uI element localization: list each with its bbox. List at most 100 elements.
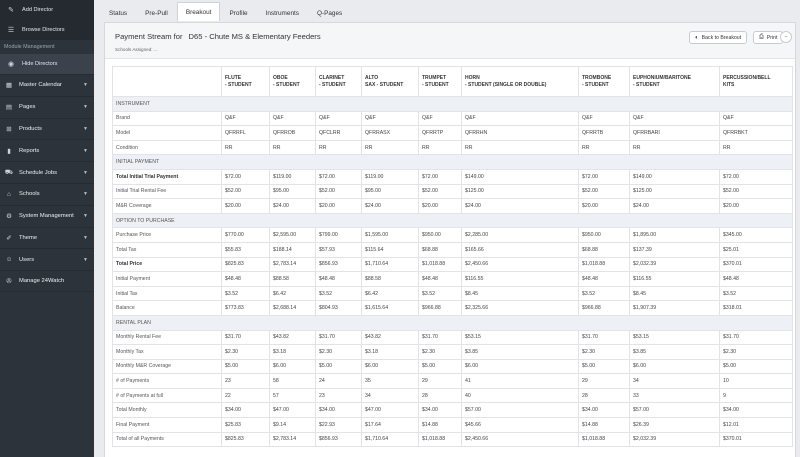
row-label: Purchase Price xyxy=(112,227,222,243)
table-section-row: INSTRUMENT xyxy=(112,96,793,112)
table-cell: $24.00 xyxy=(361,198,419,214)
table-cell: Q&F xyxy=(719,110,793,127)
sidebar-item-manage-24watch[interactable]: ✇ Manage 24Watch xyxy=(0,270,94,292)
table-cell: $5.00 xyxy=(221,358,270,375)
tab-pre-pull[interactable]: Pre-Pull xyxy=(136,4,177,21)
table-cell: $57.00 xyxy=(629,402,720,419)
table-cell: $137.39 xyxy=(629,241,720,258)
row-label: Brand xyxy=(112,110,222,127)
sidebar-item-theme[interactable]: ✐ Theme ▼ xyxy=(0,226,94,249)
row-label: Total Tax xyxy=(112,241,222,258)
table-cell: $2,450.66 xyxy=(461,431,579,448)
table-cell: $3.52 xyxy=(578,285,630,302)
sidebar-item-schools[interactable]: ⌂ Schools ▼ xyxy=(0,182,94,205)
tab-breakout[interactable]: Breakout xyxy=(176,2,221,21)
table-cell: Q&F xyxy=(269,110,316,127)
sidebar-item-browse-directors[interactable]: ☰ Browse Directors xyxy=(0,20,94,40)
row-label: Total Initial Trial Payment xyxy=(112,168,222,185)
edit-icon: ✎ xyxy=(8,7,14,14)
table-cell: $8.45 xyxy=(461,285,579,302)
table-cell: RR xyxy=(629,139,720,156)
table-cell: $47.00 xyxy=(269,402,316,419)
table-cell: RR xyxy=(315,139,362,156)
back-to-breakout-button[interactable]: ◐ Back to Breakout xyxy=(689,31,748,44)
table-cell: $370.01 xyxy=(719,256,793,273)
sidebar-item-users[interactable]: ☺ Users ▼ xyxy=(0,248,94,270)
table-cell: $2.30 xyxy=(578,344,630,360)
tab-q-pages[interactable]: Q-Pages xyxy=(308,4,351,21)
table-cell: Q&F xyxy=(629,110,720,127)
table-cell: 34 xyxy=(361,387,419,404)
chevron-down-icon: ▼ xyxy=(83,234,88,241)
table-cell: $12.01 xyxy=(719,417,793,433)
sidebar-item-products[interactable]: ⊞ Products ▼ xyxy=(0,117,94,140)
tab-instruments[interactable]: Instruments xyxy=(257,4,308,21)
table-cell: RR xyxy=(461,139,579,156)
table-cell: $1,710.64 xyxy=(361,431,419,448)
table-cell: $14.88 xyxy=(578,417,630,433)
table-cell: $31.70 xyxy=(315,329,362,346)
collapse-button[interactable]: – xyxy=(780,31,792,43)
table-cell: $966.88 xyxy=(418,300,462,316)
table-cell: $804.93 xyxy=(315,300,362,316)
row-label: # of Payments at full xyxy=(112,387,222,404)
sidebar-item-label: Browse Directors xyxy=(22,27,65,33)
table-row: M&R Coverage $20.00 $24.00 $20.00 $24.00 $20.… xyxy=(112,198,793,214)
sidebar-item-label: Products xyxy=(19,125,42,132)
table-cell: $2,032.39 xyxy=(629,431,720,448)
table-cell: $149.00 xyxy=(629,168,720,185)
sidebar-item-master-calendar[interactable]: ▦ Master Calendar ▼ xyxy=(0,74,94,96)
table-cell: $125.00 xyxy=(629,183,720,200)
sidebar-item-system-management[interactable]: ⚙ System Management ▼ xyxy=(0,204,94,227)
table-cell: $52.00 xyxy=(315,183,362,200)
table-cell: $2,285.00 xyxy=(461,227,579,243)
row-label: M&R Coverage xyxy=(112,198,222,214)
table-cell: $856.93 xyxy=(315,256,362,273)
column-header-sub: - STUDENT (SINGLE OR DOUBLE) xyxy=(465,81,547,88)
table-cell: $31.70 xyxy=(221,329,270,346)
table-cell: $25.01 xyxy=(719,241,793,258)
table-row: Initial Payment $48.48 $88.58 $48.48 $88.58 $… xyxy=(112,271,793,287)
table-cell: $45.66 xyxy=(461,417,579,433)
table-cell: $53.15 xyxy=(629,329,720,346)
table-cell: $31.70 xyxy=(578,329,630,346)
table-cell: $95.00 xyxy=(269,183,316,200)
cogs-icon: ⚙ xyxy=(6,213,12,221)
table-cell: $3.85 xyxy=(461,344,579,360)
table-cell: $6.00 xyxy=(461,358,579,375)
table-row: Brand Q&F Q&F Q&F Q&F Q&F Q&F Q&F Q&F Q&F xyxy=(112,110,793,127)
table-cell: $116.55 xyxy=(461,271,579,287)
sidebar-item-pages[interactable]: ▤ Pages ▼ xyxy=(0,95,94,118)
table-cell: $68.88 xyxy=(578,241,630,258)
chevron-down-icon: ▼ xyxy=(83,213,88,220)
table-cell: $31.70 xyxy=(719,329,793,346)
table-cell: $43.82 xyxy=(269,329,316,346)
table-cell: $2,783.14 xyxy=(269,256,316,273)
table-cell: RR xyxy=(719,139,793,156)
row-label: Total Monthly xyxy=(112,402,222,419)
table-cell: 10 xyxy=(719,373,793,389)
tab-status[interactable]: Status xyxy=(100,4,136,21)
table-cell: $52.00 xyxy=(221,183,270,200)
table-cell: $72.00 xyxy=(221,168,270,185)
table-cell: $24.00 xyxy=(629,198,720,214)
sidebar-section-label: Module Management xyxy=(0,40,94,54)
table-cell: $88.58 xyxy=(361,271,419,287)
table-cell: $9.14 xyxy=(269,417,316,433)
sidebar-item-hide-directors[interactable]: ◉ Hide Directors xyxy=(0,54,94,74)
table-body: INSTRUMENT Brand Q&F Q&F Q&F Q&F Q&F Q&F Q&F Q&F Q… xyxy=(112,96,793,448)
sidebar-item-reports[interactable]: ▮ Reports ▼ xyxy=(0,139,94,161)
table-cell: $825.83 xyxy=(221,256,270,273)
sidebar-item-schedule-jobs[interactable]: ⛟ Schedule Jobs ▼ xyxy=(0,161,94,183)
table-section-row: INITIAL PAYMENT xyxy=(112,154,793,170)
sidebar-item-add-director[interactable]: ✎ Add Director xyxy=(0,0,94,20)
print-button[interactable]: ⎙ Print xyxy=(753,31,784,44)
column-header: ALTO SAX - STUDENT xyxy=(361,66,419,97)
tab-profile[interactable]: Profile xyxy=(220,4,256,21)
column-header-sub: - STUDENT xyxy=(422,81,449,88)
table-row: # of Payments 23 58 24 35 29 41 29 34 10 xyxy=(112,373,793,389)
section-label: OPTION TO PURCHASE xyxy=(112,212,793,229)
table-cell: $149.00 xyxy=(461,168,579,185)
sidebar-item-label: Hide Directors xyxy=(22,61,58,67)
column-header: EUPHONIUM/BARITONE - STUDENT xyxy=(629,66,720,97)
